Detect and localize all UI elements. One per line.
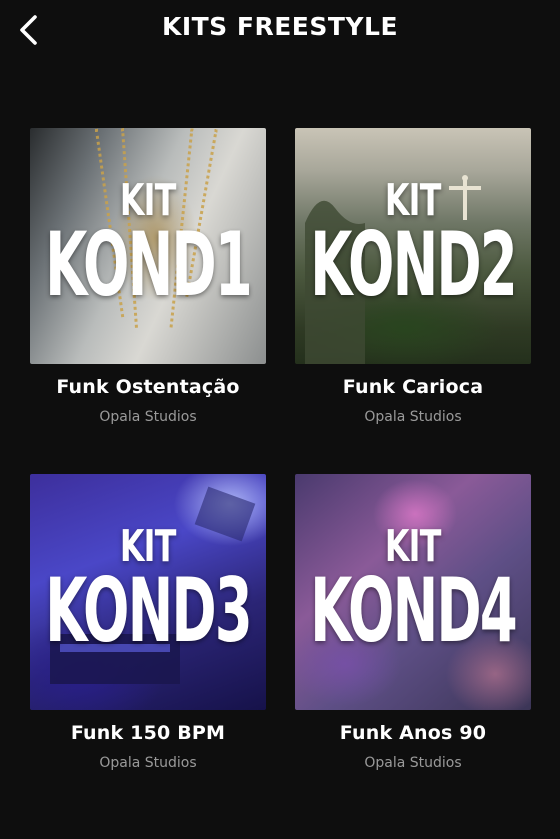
kit-title: Funk 150 BPM — [70, 722, 226, 744]
cover-text: KIT KOND1 — [30, 128, 266, 364]
kit-author: Opala Studios — [99, 409, 197, 425]
cover-text: KIT KOND3 — [30, 474, 266, 710]
kit-author: Opala Studios — [99, 755, 197, 771]
kit-card-kond1[interactable]: KIT KOND1 Funk Ostentação Opala Studios — [30, 128, 266, 425]
kit-card-kond4[interactable]: KIT KOND4 Funk Anos 90 Opala Studios — [295, 474, 531, 771]
kit-cover-image[interactable]: KIT KOND1 — [30, 128, 266, 364]
cover-kit-name: KOND4 — [310, 559, 518, 662]
cover-text: KIT KOND2 — [295, 128, 531, 364]
cover-kit-name: KOND1 — [45, 213, 253, 316]
cover-text: KIT KOND4 — [295, 474, 531, 710]
kit-card-kond2[interactable]: KIT KOND2 Funk Carioca Opala Studios — [295, 128, 531, 425]
cover-kit-name: KOND3 — [45, 559, 253, 662]
kits-grid: KIT KOND1 Funk Ostentação Opala Studios … — [0, 0, 560, 839]
kit-cover-image[interactable]: KIT KOND4 — [295, 474, 531, 710]
cover-kit-name: KOND2 — [310, 213, 518, 316]
kit-cover-image[interactable]: KIT KOND3 — [30, 474, 266, 710]
kit-card-kond3[interactable]: KIT KOND3 Funk 150 BPM Opala Studios — [30, 474, 266, 771]
kit-author: Opala Studios — [364, 409, 462, 425]
kit-author: Opala Studios — [364, 755, 462, 771]
kit-title: Funk Anos 90 — [339, 722, 487, 744]
kit-cover-image[interactable]: KIT KOND2 — [295, 128, 531, 364]
kit-title: Funk Carioca — [342, 376, 484, 398]
kit-title: Funk Ostentação — [56, 376, 240, 398]
